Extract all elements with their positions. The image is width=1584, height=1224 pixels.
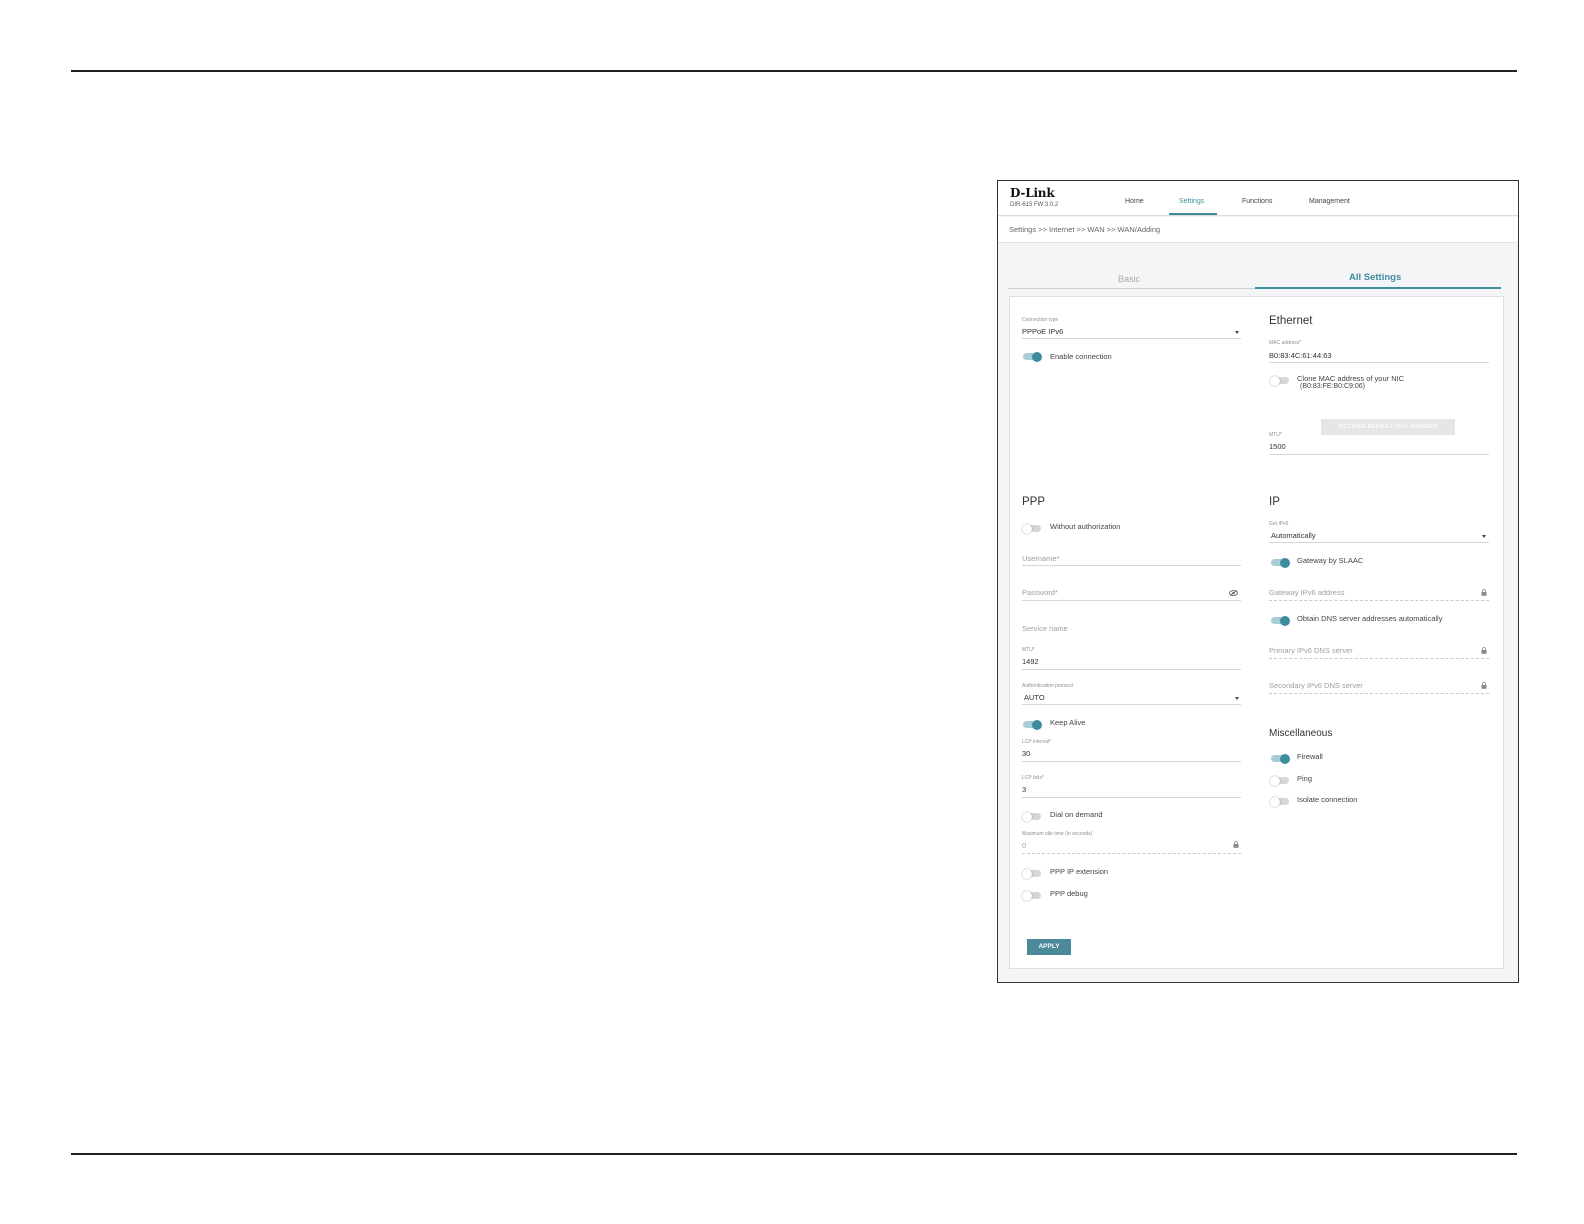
gateway-slaac-toggle[interactable] xyxy=(1271,557,1290,568)
tab-all-settings[interactable]: All Settings xyxy=(1349,272,1401,283)
page-top-rule xyxy=(71,70,1517,72)
auth-protocol-underline xyxy=(1022,704,1241,705)
nav-management[interactable]: Management xyxy=(1309,198,1350,205)
password-input[interactable]: Password* xyxy=(1022,588,1058,597)
top-bar: D-Link DIR-615 FW:3.0.2 Home Settings Fu… xyxy=(998,181,1518,216)
ppp-debug-label: PPP debug xyxy=(1050,889,1088,898)
ppp-mtu-underline xyxy=(1022,669,1241,670)
service-name-input[interactable]: Service name xyxy=(1022,624,1068,633)
max-idle-underline xyxy=(1022,853,1241,854)
firewall-toggle[interactable] xyxy=(1271,753,1290,764)
secondary-dns-input[interactable]: Secondary IPv6 DNS server xyxy=(1269,681,1363,690)
ip-heading: IP xyxy=(1269,496,1280,508)
lcp-interval-underline xyxy=(1022,761,1241,762)
primary-dns-lock-icon xyxy=(1481,647,1487,654)
mac-address-label: MAC address* xyxy=(1269,340,1302,346)
show-password-eye-icon[interactable] xyxy=(1229,590,1238,596)
obtain-dns-label: Obtain DNS server addresses automaticall… xyxy=(1297,614,1443,623)
connection-type-underline xyxy=(1022,338,1241,339)
ppp-ip-extension-toggle[interactable] xyxy=(1022,868,1041,879)
auth-protocol-select[interactable]: AUTO xyxy=(1024,693,1045,702)
lcp-fails-underline xyxy=(1022,797,1241,798)
ppp-mtu-input[interactable]: 1492 xyxy=(1022,657,1039,666)
keep-alive-label: Keep Alive xyxy=(1050,718,1086,727)
username-input[interactable]: Username* xyxy=(1022,554,1060,563)
auth-protocol-chevron-down-icon[interactable] xyxy=(1235,697,1239,700)
restore-default-mac-button[interactable]: RESTORE DEFAULT MAC ADDRESS xyxy=(1321,419,1455,435)
miscellaneous-heading: Miscellaneous xyxy=(1269,728,1333,739)
secondary-dns-underline xyxy=(1269,693,1489,694)
firewall-label: Firewall xyxy=(1297,752,1323,761)
max-idle-input[interactable]: 0 xyxy=(1022,841,1026,850)
keep-alive-toggle[interactable] xyxy=(1023,719,1042,730)
ethernet-mtu-underline xyxy=(1269,454,1489,455)
get-ipv6-underline xyxy=(1269,542,1489,543)
model-firmware: DIR-615 FW:3.0.2 xyxy=(1010,202,1059,208)
dial-on-demand-toggle[interactable] xyxy=(1022,811,1041,822)
obtain-dns-toggle[interactable] xyxy=(1271,615,1290,626)
tab-basic[interactable]: Basic xyxy=(1118,274,1140,284)
mac-address-input[interactable]: B0:83:4C:61:44:63 xyxy=(1269,351,1332,360)
nav-settings[interactable]: Settings xyxy=(1179,198,1204,205)
tab-active-indicator xyxy=(1255,287,1501,289)
gateway-ipv6-lock-icon xyxy=(1481,589,1487,596)
lcp-fails-label: LCP fails* xyxy=(1022,775,1044,781)
lcp-interval-label: LCP interval* xyxy=(1022,739,1052,745)
gateway-slaac-label: Gateway by SLAAC xyxy=(1297,556,1364,565)
clone-mac-value: (B0:83:FE:B0:C9:06) xyxy=(1300,383,1365,390)
password-underline xyxy=(1022,600,1241,601)
enable-connection-label: Enable connection xyxy=(1050,352,1112,361)
mac-address-underline xyxy=(1269,362,1489,363)
clone-mac-label: Clone MAC address of your NIC xyxy=(1297,374,1405,383)
breadcrumb-bar: Settings >> Internet >> WAN >> WAN/Addin… xyxy=(998,217,1518,243)
ppp-heading: PPP xyxy=(1022,496,1046,508)
without-authorization-toggle[interactable] xyxy=(1022,523,1041,534)
breadcrumb: Settings >> Internet >> WAN >> WAN/Addin… xyxy=(1009,225,1161,234)
nav-active-indicator xyxy=(1169,213,1217,215)
settings-panel: Connection type PPPoE IPv6 Enable connec… xyxy=(1009,296,1504,969)
ping-label: Ping xyxy=(1297,774,1313,783)
ppp-debug-toggle[interactable] xyxy=(1022,890,1041,901)
get-ipv6-label: Get IPv6 xyxy=(1269,521,1289,527)
ethernet-heading: Ethernet xyxy=(1269,315,1313,327)
nav-functions[interactable]: Functions xyxy=(1242,198,1272,205)
apply-button[interactable]: APPLY xyxy=(1027,939,1071,955)
lcp-interval-input[interactable]: 30 xyxy=(1022,749,1030,758)
isolate-connection-toggle[interactable] xyxy=(1270,796,1289,807)
max-idle-lock-icon xyxy=(1233,841,1239,848)
dlink-logo: D-Link xyxy=(1010,186,1055,200)
page-bottom-rule xyxy=(71,1153,1517,1155)
without-authorization-label: Without authorization xyxy=(1050,522,1121,531)
ping-toggle[interactable] xyxy=(1270,775,1289,786)
ppp-mtu-label: MTU* xyxy=(1022,647,1035,653)
isolate-connection-label: Isolate connection xyxy=(1297,795,1358,804)
enable-connection-toggle[interactable] xyxy=(1023,351,1042,362)
primary-dns-underline xyxy=(1269,658,1489,659)
username-underline xyxy=(1022,565,1241,566)
auth-protocol-label: Authentication protocol xyxy=(1022,683,1073,689)
gateway-ipv6-underline xyxy=(1269,600,1489,601)
ethernet-mtu-label: MTU* xyxy=(1269,432,1282,438)
get-ipv6-chevron-down-icon[interactable] xyxy=(1482,535,1486,538)
dial-on-demand-label: Dial on demand xyxy=(1050,810,1103,819)
router-settings-screenshot: D-Link DIR-615 FW:3.0.2 Home Settings Fu… xyxy=(997,180,1519,983)
clone-mac-toggle[interactable] xyxy=(1270,375,1289,386)
gateway-ipv6-input[interactable]: Gateway IPv6 address xyxy=(1269,588,1344,597)
ppp-ip-extension-label: PPP IP extension xyxy=(1050,867,1109,876)
primary-dns-input[interactable]: Primary IPv6 DNS server xyxy=(1269,646,1353,655)
secondary-dns-lock-icon xyxy=(1481,682,1487,689)
nav-home[interactable]: Home xyxy=(1125,198,1144,205)
connection-type-label: Connection type xyxy=(1022,317,1059,323)
ethernet-mtu-input[interactable]: 1500 xyxy=(1269,442,1286,451)
connection-type-select[interactable]: PPPoE IPv6 xyxy=(1022,327,1063,336)
max-idle-label: Maximum idle time (in seconds) xyxy=(1022,831,1093,837)
tab-divider xyxy=(1008,288,1255,289)
get-ipv6-select[interactable]: Automatically xyxy=(1271,531,1316,540)
connection-type-chevron-down-icon[interactable] xyxy=(1235,331,1239,334)
lcp-fails-input[interactable]: 3 xyxy=(1022,785,1026,794)
